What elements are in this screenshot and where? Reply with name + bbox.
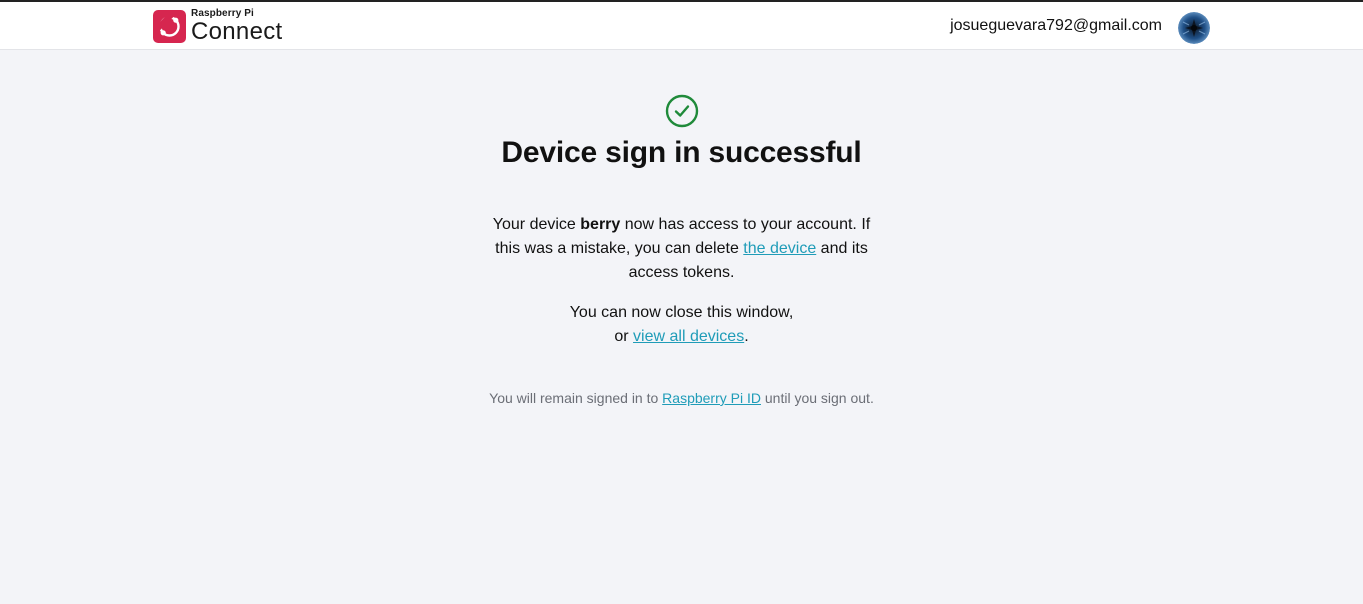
note-text: You will remain signed in to — [489, 390, 663, 406]
user-email: josueguevara792@gmail.com — [950, 17, 1162, 34]
message-text: You can now close this window, — [569, 304, 794, 321]
brand-wordmark: Raspberry Pi Connect — [191, 9, 283, 44]
delete-device-link[interactable]: the device — [743, 240, 816, 257]
device-access-message: Your device berry now has access to your… — [481, 213, 882, 285]
view-all-devices-link[interactable]: view all devices — [633, 328, 744, 345]
top-bar: Raspberry Pi Connect josueguevara792@gma… — [0, 0, 1363, 50]
page-title: Device sign in successful — [501, 136, 862, 169]
raspberry-pi-connect-logo-icon — [153, 10, 186, 43]
device-name: berry — [580, 216, 621, 233]
message-text: or — [614, 328, 634, 345]
close-window-message: You can now close this window, or view al… — [481, 301, 882, 349]
signed-in-note: You will remain signed in to Raspberry P… — [0, 390, 1363, 406]
raspberry-pi-id-link[interactable]: Raspberry Pi ID — [662, 390, 761, 406]
brand-logo-link[interactable]: Raspberry Pi Connect — [153, 9, 283, 44]
note-text: until you sign out. — [760, 390, 874, 406]
message-text: . — [744, 328, 749, 345]
user-avatar — [1178, 12, 1210, 44]
message-text: Your device — [492, 216, 581, 233]
check-circle-icon — [665, 94, 699, 128]
user-avatar-button[interactable] — [1178, 12, 1210, 44]
brand-big-text: Connect — [191, 18, 283, 45]
